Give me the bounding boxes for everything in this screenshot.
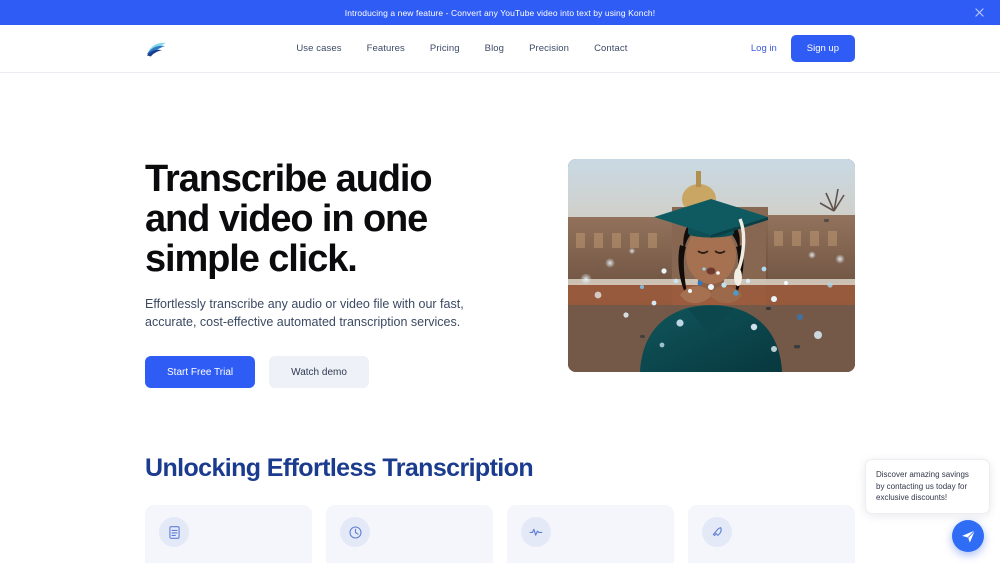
- feature-card[interactable]: [688, 505, 855, 563]
- header-actions: Log in Sign up: [751, 35, 855, 62]
- send-paper-plane-icon: [960, 528, 977, 545]
- hero-cta-group: Start Free Trial Watch demo: [145, 356, 478, 388]
- section-title: Unlocking Effortless Transcription: [145, 454, 855, 483]
- feature-card-list: [145, 505, 855, 563]
- close-icon[interactable]: [972, 6, 986, 20]
- chat-promo-bubble[interactable]: Discover amazing savings by contacting u…: [865, 459, 990, 514]
- document-text-icon: [159, 517, 189, 547]
- chat-promo-text: Discover amazing savings by contacting u…: [876, 469, 979, 504]
- nav-item-blog[interactable]: Blog: [485, 43, 504, 54]
- hero-image: [568, 159, 855, 372]
- konch-wave-logo-icon[interactable]: [145, 38, 173, 60]
- announcement-banner: Introducing a new feature - Convert any …: [0, 0, 1000, 25]
- rocket-icon: [702, 517, 732, 547]
- nav-item-use-cases[interactable]: Use cases: [296, 43, 341, 54]
- watch-demo-button[interactable]: Watch demo: [269, 356, 369, 388]
- signup-button[interactable]: Sign up: [791, 35, 855, 62]
- chat-launcher-button[interactable]: [952, 520, 984, 552]
- main-navigation: Use cases Features Pricing Blog Precisio…: [173, 43, 751, 54]
- login-link[interactable]: Log in: [751, 43, 777, 54]
- hero-section: Transcribe audio and video in one simple…: [0, 73, 1000, 388]
- feature-card[interactable]: [507, 505, 674, 563]
- site-header: Use cases Features Pricing Blog Precisio…: [0, 25, 1000, 73]
- nav-item-contact[interactable]: Contact: [594, 43, 627, 54]
- feature-card[interactable]: [145, 505, 312, 563]
- announcement-text: Introducing a new feature - Convert any …: [345, 8, 655, 18]
- hero-subtitle: Effortlessly transcribe any audio or vid…: [145, 295, 478, 331]
- features-section: Unlocking Effortless Transcription: [0, 388, 1000, 563]
- clock-globe-icon: [340, 517, 370, 547]
- start-free-trial-button[interactable]: Start Free Trial: [145, 356, 255, 388]
- heart-wave-icon: [521, 517, 551, 547]
- nav-item-precision[interactable]: Precision: [529, 43, 569, 54]
- nav-item-pricing[interactable]: Pricing: [430, 43, 460, 54]
- nav-item-features[interactable]: Features: [367, 43, 405, 54]
- hero-copy: Transcribe audio and video in one simple…: [145, 159, 478, 388]
- feature-card[interactable]: [326, 505, 493, 563]
- hero-title: Transcribe audio and video in one simple…: [145, 159, 478, 279]
